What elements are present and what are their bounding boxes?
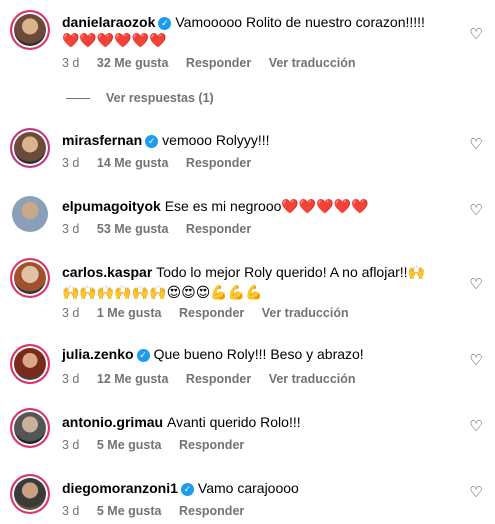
comment-meta: 3 d 12 Me gusta Responder Ver traducción (62, 372, 370, 386)
reply-button[interactable]: Responder (179, 438, 244, 452)
comment-body: Ese es mi negrooo❤️❤️❤️❤️❤️ (164, 198, 369, 214)
comment-meta: 3 d 5 Me gusta Responder (62, 438, 258, 452)
verified-badge-icon: ✓ (145, 135, 159, 148)
like-count[interactable]: 53 Me gusta (97, 222, 169, 236)
username[interactable]: carlos.kaspar (62, 264, 152, 280)
heart-outline-icon[interactable]: ♡ (469, 27, 483, 42)
comment-body-line2: 🙌🙌🙌🙌🙌🙌😍😍😍💪💪💪 (62, 284, 263, 300)
comment-text: elpumagoityok Ese es mi negrooo❤️❤️❤️❤️❤… (62, 196, 455, 216)
comment-time: 3 d (62, 222, 80, 236)
verified-badge-icon: ✓ (180, 483, 194, 496)
username[interactable]: mirasfernan (62, 132, 142, 148)
comment-text: danielaraozok ✓ Vamooooo Rolito de nuestro… (62, 12, 455, 32)
comment-meta: 3 d 1 Me gusta Responder Ver traducción (62, 306, 363, 320)
heart-outline-icon[interactable]: ♡ (469, 203, 483, 218)
username[interactable]: elpumagoityok (62, 198, 161, 214)
reply-button[interactable]: Responder (186, 156, 251, 170)
reply-button[interactable]: Responder (186, 222, 251, 236)
verified-badge-icon: ✓ (158, 17, 172, 30)
avatar[interactable] (10, 258, 50, 298)
comment-meta: 3 d 32 Me gusta Responder Ver traducción (62, 56, 370, 70)
comment-text: diegomoranzoni1 ✓ Vamo carajoooo (62, 478, 455, 498)
comment-body-line2: ❤️❤️❤️❤️❤️❤️ (62, 32, 167, 48)
comment-body: Vamo carajoooo (197, 480, 299, 496)
comment-body: Todo lo mejor Roly querido! A no aflojar… (156, 264, 425, 280)
comment-time: 3 d (62, 438, 80, 452)
avatar[interactable] (10, 344, 50, 384)
username[interactable]: antonio.grimau (62, 414, 163, 430)
comment-meta: 3 d 5 Me gusta Responder (62, 504, 258, 518)
reply-button[interactable]: Responder (186, 372, 251, 386)
heart-outline-icon[interactable]: ♡ (469, 277, 483, 292)
comment-body: vemooo Rolyyy!!! (162, 132, 270, 148)
comment-body: Que bueno Roly!!! Beso y abrazo! (153, 346, 364, 362)
avatar[interactable] (12, 196, 48, 232)
avatar[interactable] (10, 408, 50, 448)
username[interactable]: julia.zenko (62, 346, 134, 362)
reply-button[interactable]: Responder (179, 306, 244, 320)
username[interactable]: diegomoranzoni1 (62, 480, 178, 496)
heart-outline-icon[interactable]: ♡ (469, 485, 483, 500)
comment-body: Vamooooo Rolito de nuestro corazon!!!!! (175, 14, 425, 30)
heart-outline-icon[interactable]: ♡ (469, 353, 483, 368)
avatar[interactable] (10, 474, 50, 514)
reply-button[interactable]: Responder (179, 504, 244, 518)
reply-button[interactable]: Responder (186, 56, 251, 70)
comment-text: antonio.grimau Avanti querido Rolo!!! (62, 412, 455, 432)
view-replies-button[interactable]: Ver respuestas (1) (66, 91, 214, 105)
verified-badge-icon: ✓ (136, 349, 150, 362)
comment-meta: 3 d 14 Me gusta Responder (62, 156, 265, 170)
comment-body: Avanti querido Rolo!!! (167, 414, 301, 430)
like-count[interactable]: 14 Me gusta (97, 156, 169, 170)
see-translation-button[interactable]: Ver traducción (269, 56, 356, 70)
comment-time: 3 d (62, 504, 80, 518)
see-translation-button[interactable]: Ver traducción (262, 306, 349, 320)
heart-outline-icon[interactable]: ♡ (469, 419, 483, 434)
heart-outline-icon[interactable]: ♡ (469, 137, 483, 152)
see-translation-button[interactable]: Ver traducción (269, 372, 356, 386)
comment-time: 3 d (62, 372, 80, 386)
comment-time: 3 d (62, 306, 80, 320)
username[interactable]: danielaraozok (62, 14, 155, 30)
like-count[interactable]: 1 Me gusta (97, 306, 162, 320)
avatar[interactable] (10, 10, 50, 50)
comment-time: 3 d (62, 156, 80, 170)
like-count[interactable]: 5 Me gusta (97, 504, 162, 518)
comment-text: julia.zenko ✓ Que bueno Roly!!! Beso y abr… (62, 344, 455, 364)
like-count[interactable]: 5 Me gusta (97, 438, 162, 452)
like-count[interactable]: 12 Me gusta (97, 372, 169, 386)
comment-time: 3 d (62, 56, 80, 70)
avatar[interactable] (10, 128, 50, 168)
comment-text: mirasfernan ✓ vemooo Rolyyy!!! (62, 130, 455, 150)
comment-text: carlos.kaspar Todo lo mejor Roly querido… (62, 262, 455, 282)
comment-meta: 3 d 53 Me gusta Responder (62, 222, 265, 236)
replies-divider (66, 98, 90, 100)
like-count[interactable]: 32 Me gusta (97, 56, 169, 70)
